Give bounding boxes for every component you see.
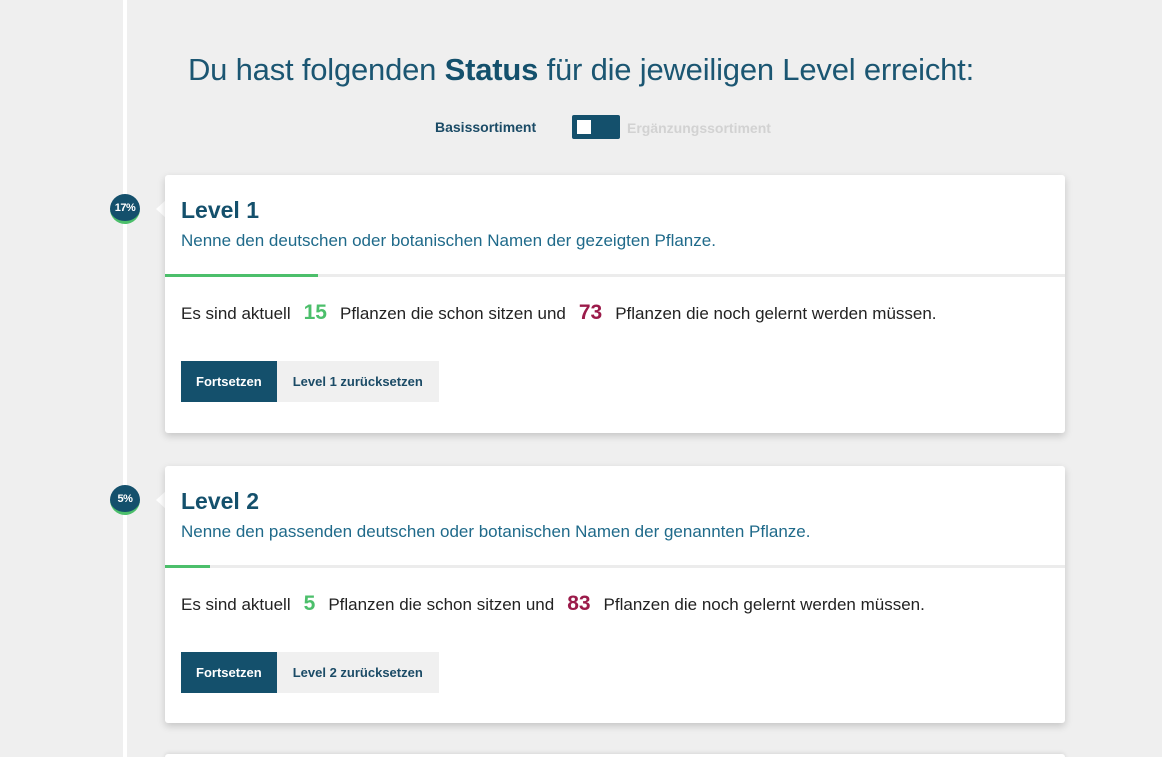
level-1-progress-badge: 17% [110,194,140,224]
page: Du hast folgenden Status für die jeweili… [0,0,1162,757]
level-1-progress-fill [165,274,318,277]
level-1-card: Level 1 Nenne den deutschen oder botanis… [165,175,1065,433]
heading-status-bold: Status [444,52,539,87]
toggle-label-basis[interactable]: Basissortiment [435,119,536,135]
heading-text-before: Du hast folgenden [187,52,445,87]
level-1-stats-suffix: Pflanzen die noch gelernt werden müssen. [615,304,937,323]
level-2-stats-suffix: Pflanzen die noch gelernt werden müssen. [603,595,925,614]
level-1-description: Nenne den deutschen oder botanischen Nam… [181,231,716,250]
level-1-known-count: 15 [303,301,327,324]
level-2-progress-track [165,565,1065,568]
level-2-stats: Es sind aktuell 5 Pflanzen die schon sit… [181,592,925,616]
level-2-known-count: 5 [303,592,316,615]
level-2-card: Level 2 Nenne den passenden deutschen od… [165,466,1065,723]
level-2-actions: Fortsetzen Level 2 zurücksetzen [181,652,439,693]
timeline-line [123,0,127,757]
level-1-stats-middle: Pflanzen die schon sitzen und [339,304,566,323]
level-1-stats: Es sind aktuell 15 Pflanzen die schon si… [181,301,937,325]
level-2-progress-badge: 5% [110,485,140,515]
level-2-unknown-count: 83 [567,592,591,615]
level-1-actions: Fortsetzen Level 1 zurücksetzen [181,361,439,402]
level-2-progress-fill [165,565,210,568]
assortment-toggle-switch[interactable] [572,115,620,139]
level-2-stats-middle: Pflanzen die schon sitzen und [328,595,555,614]
assortment-toggle-row: Basissortiment Ergänzungssortiment [0,115,1162,139]
level-1-stats-prefix: Es sind aktuell [181,304,291,323]
level-1-reset-button[interactable]: Level 1 zurücksetzen [276,361,439,402]
level-1-continue-button[interactable]: Fortsetzen [181,361,277,402]
level-1-progress-track [165,274,1065,277]
level-1-title: Level 1 [181,197,259,223]
page-heading: Du hast folgenden Status für die jeweili… [0,52,1162,88]
level-2-title: Level 2 [181,488,259,514]
level-1-unknown-count: 73 [578,301,603,324]
level-2-description: Nenne den passenden deutschen oder botan… [181,522,811,541]
level-2-stats-prefix: Es sind aktuell [181,595,291,614]
level-2-reset-button[interactable]: Level 2 zurücksetzen [276,652,439,693]
toggle-label-ergaenzung[interactable]: Ergänzungssortiment [627,120,771,136]
toggle-knob [577,120,591,134]
heading-text-after: für die jeweiligen Level erreicht: [538,52,975,87]
level-2-continue-button[interactable]: Fortsetzen [181,652,277,693]
